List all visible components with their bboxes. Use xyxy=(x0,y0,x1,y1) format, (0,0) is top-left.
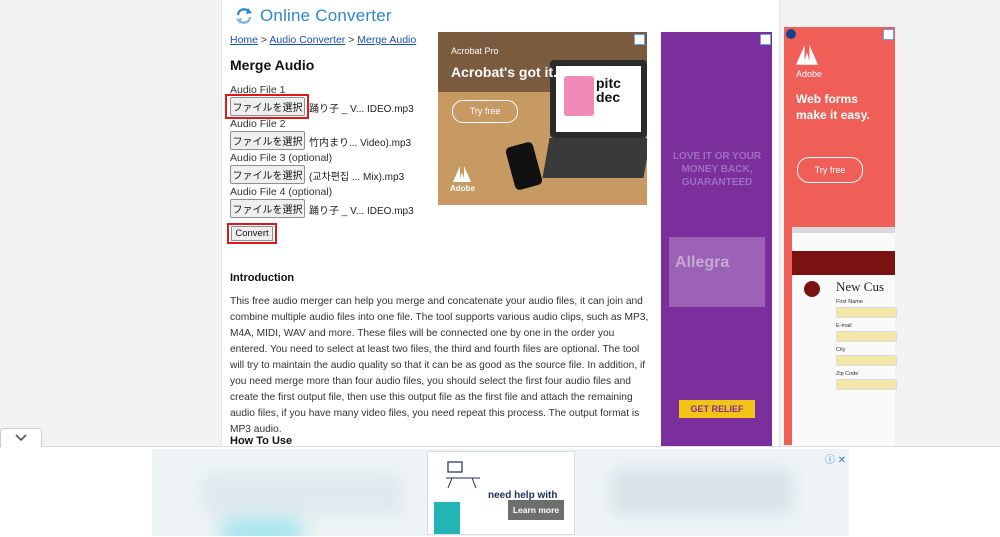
chevron-down-icon xyxy=(15,434,27,442)
introduction-heading: Introduction xyxy=(230,272,295,284)
page-left-gutter xyxy=(0,0,221,446)
ad-blur-graphic xyxy=(612,469,792,514)
form-field-label: First Name xyxy=(836,299,863,305)
allegra-product-image xyxy=(669,237,765,307)
adchoices-icon[interactable] xyxy=(760,34,771,45)
allegra-ad[interactable]: LOVE IT OR YOUR MONEY BACK, GUARANTEED A… xyxy=(661,32,772,447)
site-name: Online Converter xyxy=(260,6,392,25)
allegra-tagline: LOVE IT OR YOUR MONEY BACK, GUARANTEED xyxy=(672,151,762,188)
form-field xyxy=(836,355,897,366)
acrobat-ad[interactable]: pitc dec Acrobat Pro Acrobat's got it. T… xyxy=(438,32,647,205)
audio-file-3-choose-button[interactable]: ファイルを選択 xyxy=(230,165,305,184)
adobe-logo-icon: Adobe xyxy=(450,166,475,193)
breadcrumb-audio-converter-link[interactable]: Audio Converter xyxy=(269,34,345,46)
form-field-label: Zip Code xyxy=(836,371,859,377)
breadcrumb-separator: > xyxy=(345,34,358,46)
adobe-logo-icon xyxy=(796,45,818,65)
introduction-text: This free audio merger can help you merg… xyxy=(230,296,649,435)
form-logo xyxy=(804,281,820,297)
adchoices-icon[interactable] xyxy=(634,34,645,45)
breadcrumb-merge-audio-link[interactable]: Merge Audio xyxy=(357,34,416,46)
site-logo[interactable]: Online Converter xyxy=(234,6,392,26)
audio-file-2-choose-button[interactable]: ファイルを選択 xyxy=(230,131,305,150)
allegra-product-name: Allegra xyxy=(675,254,730,271)
form-preview-image: New Cus First Name E-mail City Zip Code xyxy=(792,227,897,451)
get-relief-button[interactable]: GET RELIEF xyxy=(679,400,755,418)
adobe-label: Adobe xyxy=(450,184,475,193)
presentation-graphic xyxy=(564,76,594,116)
form-field xyxy=(836,307,897,318)
breadcrumb-separator: > xyxy=(258,34,270,46)
pitch-deck-line: pitc dec xyxy=(596,75,621,105)
audio-file-2-filename: 竹内まり... Video).mp3 xyxy=(309,138,412,149)
acrobat-try-free-button[interactable]: Try free xyxy=(452,100,518,123)
ad-blur-graphic xyxy=(222,521,302,536)
audio-file-4-choose-button[interactable]: ファイルを選択 xyxy=(230,199,305,218)
ad-close-icon[interactable]: ⓘ ✕ xyxy=(825,451,846,466)
refresh-arrows-icon xyxy=(236,8,252,24)
form-field xyxy=(836,331,897,342)
breadcrumb: Home > Audio Converter > Merge Audio xyxy=(230,34,416,46)
audio-file-3-label: Audio File 3 (optional) xyxy=(230,152,333,164)
adchoices-icon[interactable] xyxy=(883,29,894,40)
form-title: New Cus xyxy=(836,279,885,294)
collapse-ad-button[interactable] xyxy=(0,428,42,447)
form-field-label: E-mail xyxy=(836,323,852,329)
acrobat-headline: Acrobat's got it. xyxy=(451,64,557,80)
info-icon xyxy=(786,29,796,39)
bottom-banner-ad[interactable]: need help with Learn more xyxy=(152,449,849,536)
form-header-bar xyxy=(792,251,895,275)
adobe-forms-headline: Web forms make it easy. xyxy=(796,92,870,122)
audio-file-1-choose-button[interactable]: ファイルを選択 xyxy=(230,97,305,116)
keyboard-image xyxy=(542,138,647,178)
audio-file-3-filename: (교차편집 ... Mix).mp3 xyxy=(309,172,405,183)
adobe-brand: Adobe xyxy=(796,69,823,79)
page-title: Merge Audio xyxy=(230,57,315,73)
audio-file-4-label: Audio File 4 (optional) xyxy=(230,186,333,198)
form-field xyxy=(836,379,897,390)
adobe-try-free-button[interactable]: Try free xyxy=(797,157,863,183)
pitch-deck-text: pitc dec xyxy=(596,76,621,104)
ad-accent-block xyxy=(434,502,460,534)
audio-file-1-filename: 踊り子 _ V... IDEO.mp3 xyxy=(309,104,414,115)
audio-file-4-filename: 踊り子 _ V... IDEO.mp3 xyxy=(309,206,414,217)
audio-file-1-label: Audio File 1 xyxy=(230,84,286,96)
ad-blur-graphic xyxy=(202,474,402,514)
convert-button[interactable]: Convert xyxy=(231,226,273,241)
ad-card: need help with Learn more xyxy=(427,451,575,535)
breadcrumb-home-link[interactable]: Home xyxy=(230,34,258,46)
form-field-label: City xyxy=(836,347,846,353)
learn-more-button[interactable]: Learn more xyxy=(508,500,564,520)
audio-file-2-label: Audio File 2 xyxy=(230,118,286,130)
adobe-forms-ad[interactable]: Adobe Web forms make it easy. Try free N… xyxy=(784,27,897,451)
illustration-icon xyxy=(446,461,480,489)
acrobat-brand: Acrobat Pro xyxy=(451,46,499,56)
